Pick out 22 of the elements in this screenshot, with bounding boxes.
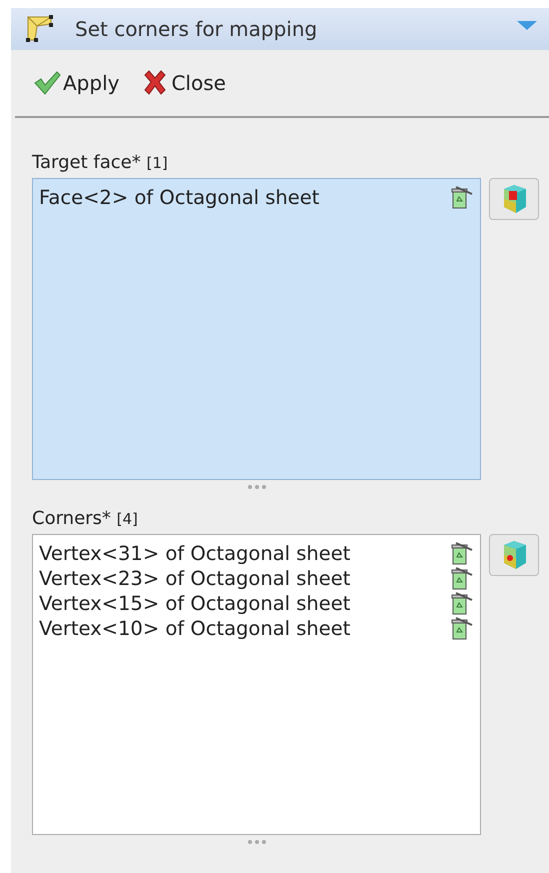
trash-icon[interactable] bbox=[450, 186, 474, 210]
selection-list[interactable]: Vertex<31> of Octagonal sheet Vertex<23> of Octagonal sheet Vertex<15> of Octagonal sheet Vertex<10> of Octagonal sheet bbox=[32, 534, 481, 835]
trash-icon[interactable] bbox=[450, 616, 474, 640]
corner-mapping-icon bbox=[25, 14, 55, 44]
apply-button[interactable]: Apply bbox=[29, 66, 124, 100]
trash-icon[interactable] bbox=[450, 542, 474, 566]
selection-list[interactable]: Face<2> of Octagonal sheet bbox=[32, 178, 481, 480]
splitter-handle-icon[interactable] bbox=[246, 484, 266, 490]
section-label: Corners* [4] bbox=[32, 508, 139, 530]
checkmark-icon bbox=[33, 69, 61, 97]
close-button[interactable]: Close bbox=[137, 66, 230, 100]
list-item[interactable]: Face<2> of Octagonal sheet bbox=[39, 185, 450, 210]
select-geometry-button[interactable] bbox=[489, 178, 539, 220]
section-label: Target face* [1] bbox=[32, 152, 169, 174]
splitter-handle-icon[interactable] bbox=[246, 839, 266, 845]
list-item[interactable]: Vertex<15> of Octagonal sheet bbox=[39, 591, 450, 616]
list-item[interactable]: Vertex<10> of Octagonal sheet bbox=[39, 616, 450, 641]
trash-icon[interactable] bbox=[450, 566, 474, 590]
trash-icon[interactable] bbox=[450, 592, 474, 616]
list-item[interactable]: Vertex<31> of Octagonal sheet bbox=[39, 541, 450, 566]
list-item[interactable]: Vertex<23> of Octagonal sheet bbox=[39, 566, 450, 591]
panel-title: Set corners for mapping bbox=[75, 16, 318, 43]
